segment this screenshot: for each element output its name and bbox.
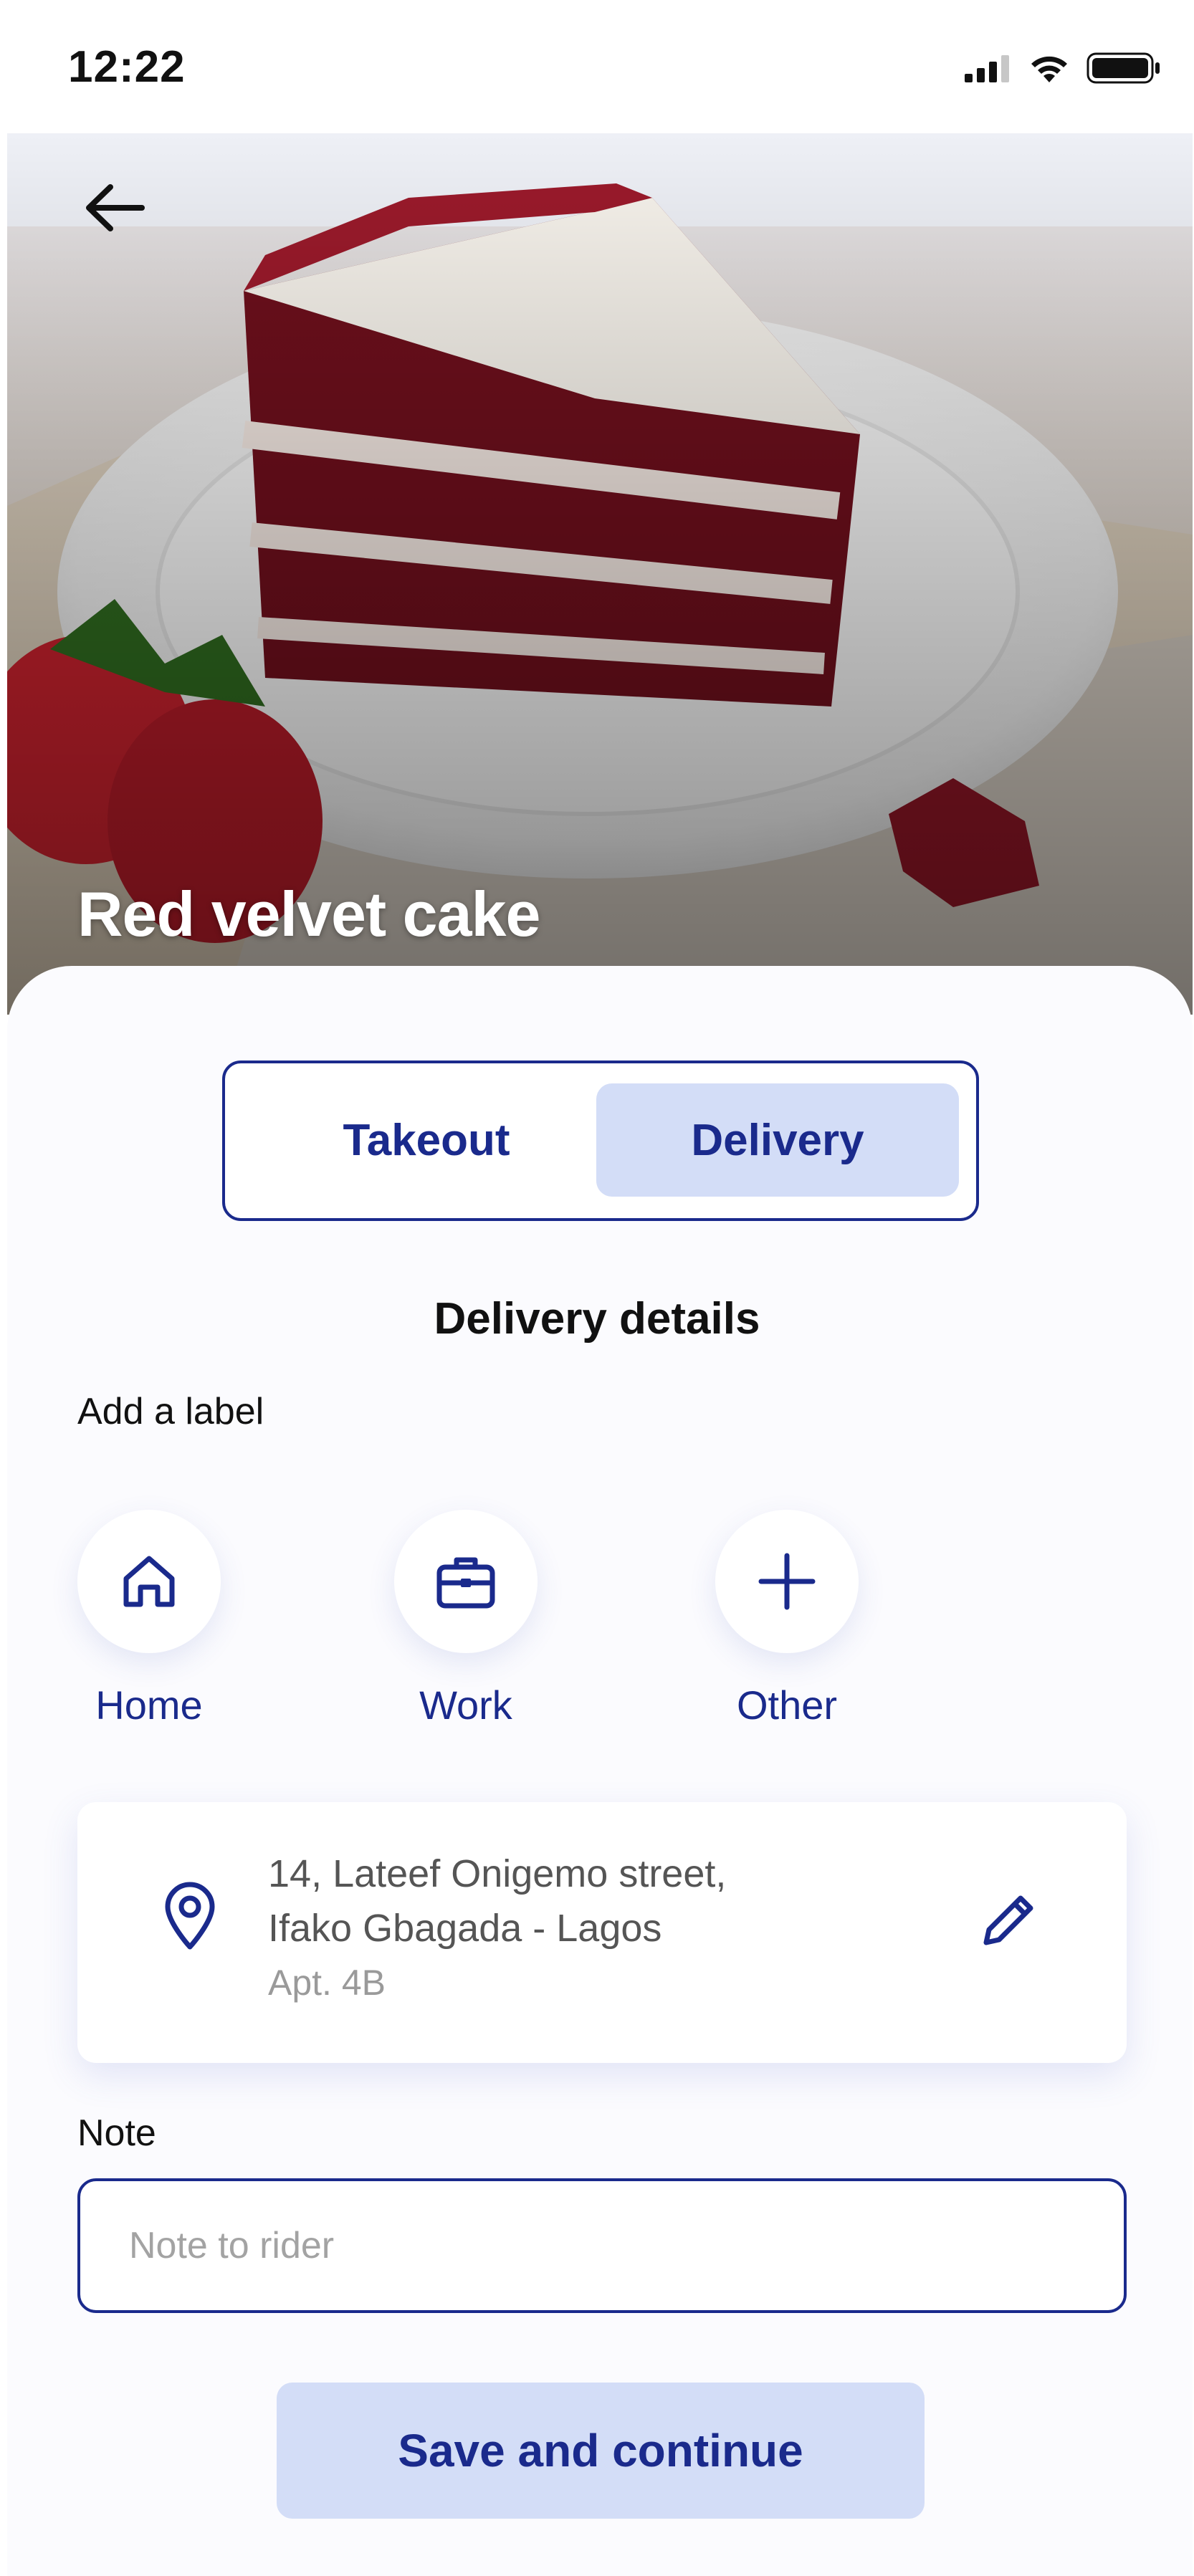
label-chip-work[interactable]: Work: [394, 1510, 538, 1728]
pencil-icon: [983, 1895, 1033, 1945]
status-icons: [965, 52, 1161, 85]
home-chip-button[interactable]: [77, 1510, 221, 1653]
note-label: Note: [77, 2112, 156, 2154]
tab-takeout[interactable]: Takeout: [245, 1083, 608, 1197]
briefcase-icon: [436, 1557, 495, 1609]
label-chip-home[interactable]: Home: [77, 1510, 221, 1728]
tab-delivery[interactable]: Delivery: [596, 1083, 959, 1197]
other-chip-label: Other: [736, 1682, 838, 1728]
address-line-3: Apt. 4B: [268, 1963, 386, 2003]
cellular-signal-icon: [965, 55, 1009, 82]
save-and-continue-button[interactable]: Save and continue: [277, 2383, 925, 2519]
edit-address-button[interactable]: [966, 1877, 1052, 1963]
work-chip-button[interactable]: [394, 1510, 538, 1653]
arrow-left-icon: [86, 184, 145, 231]
order-mode-toggle: Takeout Delivery: [222, 1060, 979, 1221]
address-line-1: 14, Lateef Onigemo street,: [268, 1852, 727, 1895]
battery-icon: [1086, 52, 1160, 84]
back-button[interactable]: [72, 172, 158, 244]
add-label-heading: Add a label: [77, 1391, 264, 1432]
address-line-2: Ifako Gbagada - Lagos: [268, 1907, 662, 1950]
work-chip-label: Work: [419, 1682, 512, 1728]
note-input[interactable]: [77, 2178, 1127, 2313]
other-chip-button[interactable]: [715, 1510, 859, 1653]
wifi-icon: [1031, 56, 1067, 82]
home-icon: [123, 1556, 175, 1607]
address-card: 14, Lateef Onigemo street, Ifako Gbagada…: [77, 1802, 1127, 2063]
product-title: Red velvet cake: [77, 878, 540, 949]
plus-icon: [758, 1553, 816, 1610]
status-bar: 12:22: [0, 0, 1194, 136]
status-time: 12:22: [68, 42, 186, 92]
home-chip-label: Home: [95, 1682, 203, 1728]
address-text: 14, Lateef Onigemo street, Ifako Gbagada…: [268, 1847, 726, 2010]
delivery-details-title: Delivery details: [434, 1294, 760, 1344]
label-chip-other[interactable]: Other: [715, 1510, 859, 1728]
location-pin-icon: [165, 1882, 215, 1950]
